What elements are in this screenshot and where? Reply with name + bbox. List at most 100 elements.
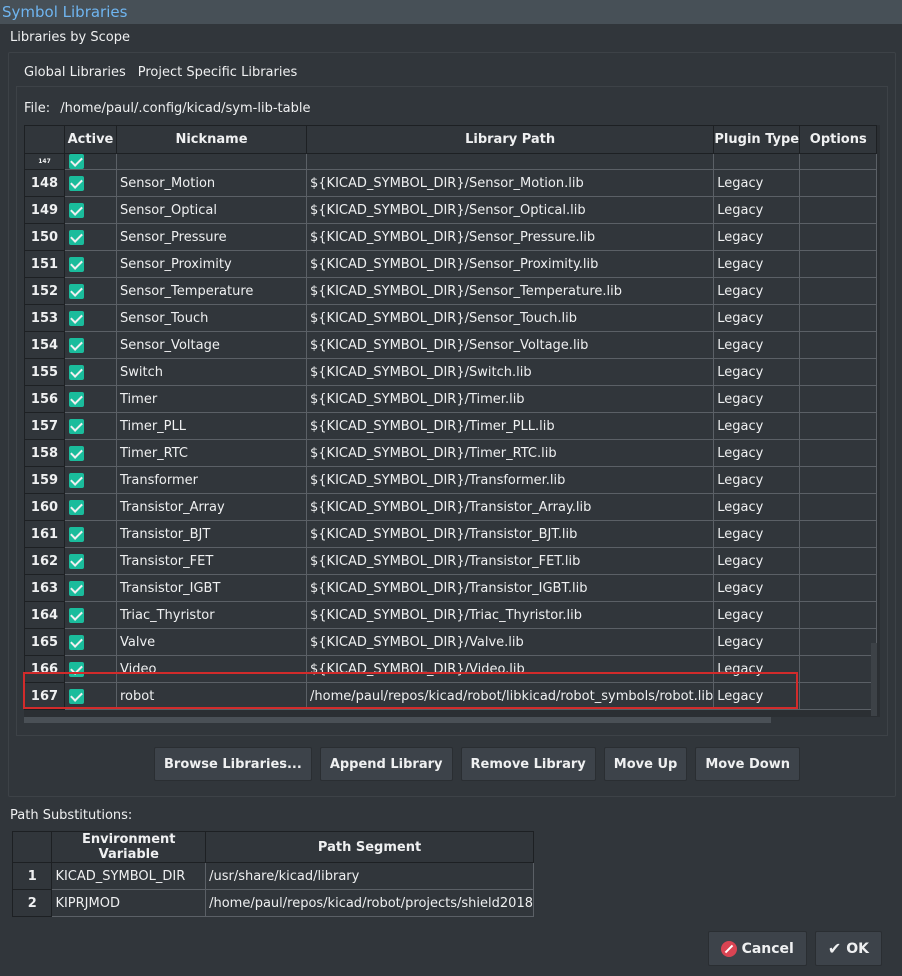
library-path-cell[interactable]: [306, 153, 715, 170]
options-cell[interactable]: [799, 439, 878, 467]
row-number[interactable]: 2: [11, 889, 53, 917]
table-row[interactable]: 156 Timer ${KICAD_SYMBOL_DIR}/Timer.lib Leg…: [24, 385, 878, 413]
library-path-cell[interactable]: ${KICAD_SYMBOL_DIR}/Sensor_Optical.lib: [306, 196, 715, 224]
table-row[interactable]: 1 KICAD_SYMBOL_DIR/usr/share/kicad/librar…: [11, 862, 534, 890]
environment-variable-cell[interactable]: KIPRJMOD: [51, 889, 207, 917]
library-path-cell[interactable]: ${KICAD_SYMBOL_DIR}/Triac_Thyristor.lib: [306, 601, 715, 629]
vertical-scrollbar[interactable]: [871, 643, 877, 716]
row-number[interactable]: 151: [24, 250, 65, 278]
row-number[interactable]: 165: [24, 628, 65, 656]
options-cell[interactable]: [799, 466, 878, 494]
nickname-cell[interactable]: Timer_PLL: [116, 412, 307, 440]
row-number[interactable]: 166: [24, 655, 65, 683]
table-row[interactable]: 152 Sensor_Temperature ${KICAD_SYMBOL_DIR}…: [24, 277, 878, 305]
active-cell[interactable]: [64, 250, 117, 278]
nickname-cell[interactable]: Timer: [116, 385, 307, 413]
options-cell[interactable]: [799, 385, 878, 413]
checkbox-checked-icon[interactable]: [69, 526, 84, 542]
checkbox-checked-icon[interactable]: [69, 445, 84, 461]
nickname-cell[interactable]: Sensor_Temperature: [116, 277, 307, 305]
table-row[interactable]: 158 Timer_RTC ${KICAD_SYMBOL_DIR}/Timer_RT…: [24, 439, 878, 467]
nickname-cell[interactable]: Sensor_Voltage: [116, 331, 307, 359]
move-down-button[interactable]: Move Down: [695, 747, 800, 781]
plugin-type-cell[interactable]: [713, 153, 801, 170]
library-path-cell[interactable]: ${KICAD_SYMBOL_DIR}/Transistor_FET.lib: [306, 547, 715, 575]
library-path-cell[interactable]: /home/paul/repos/kicad/robot/libkicad/ro…: [306, 682, 715, 710]
checkbox-checked-icon[interactable]: [69, 229, 84, 245]
checkbox-checked-icon[interactable]: [69, 499, 84, 515]
nickname-cell[interactable]: Triac_Thyristor: [116, 601, 307, 629]
options-cell[interactable]: [799, 153, 878, 170]
row-number[interactable]: 156: [24, 385, 65, 413]
options-cell[interactable]: [799, 520, 878, 548]
library-path-cell[interactable]: ${KICAD_SYMBOL_DIR}/Transistor_IGBT.lib: [306, 574, 715, 602]
plugin-type-cell[interactable]: Legacy: [713, 466, 801, 494]
append-library-button[interactable]: Append Library: [319, 747, 453, 781]
checkbox-checked-icon[interactable]: [69, 154, 84, 169]
row-number[interactable]: 158: [24, 439, 65, 467]
plugin-type-cell[interactable]: Legacy: [713, 304, 801, 332]
move-up-button[interactable]: Move Up: [603, 747, 688, 781]
row-number[interactable]: 164: [24, 601, 65, 629]
column-header-nickname[interactable]: Nickname: [116, 125, 307, 154]
ok-button[interactable]: ✔ OK: [814, 931, 882, 966]
column-header-path-segment[interactable]: Path Segment: [205, 831, 534, 863]
checkbox-checked-icon[interactable]: [69, 175, 84, 191]
nickname-cell[interactable]: Video: [116, 655, 307, 683]
plugin-type-cell[interactable]: Legacy: [713, 277, 801, 305]
plugin-type-cell[interactable]: Legacy: [713, 169, 801, 197]
table-row[interactable]: 161 Transistor_BJT ${KICAD_SYMBOL_DIR}/Tra…: [24, 520, 878, 548]
table-row[interactable]: 151 Sensor_Proximity ${KICAD_SYMBOL_DIR}/S…: [24, 250, 878, 278]
active-cell[interactable]: [64, 277, 117, 305]
nickname-cell[interactable]: Sensor_Motion: [116, 169, 307, 197]
checkbox-checked-icon[interactable]: [69, 634, 84, 650]
plugin-type-cell[interactable]: Legacy: [713, 250, 801, 278]
active-cell[interactable]: [64, 196, 117, 224]
table-row[interactable]: 153 Sensor_Touch ${KICAD_SYMBOL_DIR}/Senso…: [24, 304, 878, 332]
checkbox-checked-icon[interactable]: [69, 256, 84, 272]
active-cell[interactable]: [64, 358, 117, 386]
checkbox-checked-icon[interactable]: [69, 364, 84, 380]
active-cell[interactable]: [64, 385, 117, 413]
column-header-active[interactable]: Active: [64, 125, 117, 154]
table-row[interactable]: 162 Transistor_FET ${KICAD_SYMBOL_DIR}/Tra…: [24, 547, 878, 575]
environment-variable-cell[interactable]: KICAD_SYMBOL_DIR: [51, 862, 207, 890]
active-cell[interactable]: [64, 601, 117, 629]
column-header-plugin-type[interactable]: Plugin Type: [713, 125, 801, 154]
table-row[interactable]: 164 Triac_Thyristor ${KICAD_SYMBOL_DIR}/Tr…: [24, 601, 878, 629]
row-number[interactable]: 159: [24, 466, 65, 494]
tab-global-libraries[interactable]: Global Libraries: [18, 60, 132, 88]
table-row[interactable]: 150 Sensor_Pressure ${KICAD_SYMBOL_DIR}/Se…: [24, 223, 878, 251]
options-cell[interactable]: [799, 493, 878, 521]
table-row[interactable]: 155 Switch ${KICAD_SYMBOL_DIR}/Switch.lib L…: [24, 358, 878, 386]
plugin-type-cell[interactable]: Legacy: [713, 601, 801, 629]
checkbox-checked-icon[interactable]: [69, 337, 84, 353]
nickname-cell[interactable]: Sensor_Pressure: [116, 223, 307, 251]
checkbox-checked-icon[interactable]: [69, 310, 84, 326]
table-row[interactable]: 148 Sensor_Motion ${KICAD_SYMBOL_DIR}/Sens…: [24, 169, 878, 197]
table-row[interactable]: 166 Video ${KICAD_SYMBOL_DIR}/Video.lib Leg…: [24, 655, 878, 683]
active-cell[interactable]: [64, 304, 117, 332]
active-cell[interactable]: [64, 628, 117, 656]
checkbox-checked-icon[interactable]: [69, 472, 84, 488]
active-cell[interactable]: [64, 682, 117, 710]
library-path-cell[interactable]: ${KICAD_SYMBOL_DIR}/Sensor_Motion.lib: [306, 169, 715, 197]
active-cell[interactable]: [64, 153, 117, 170]
active-cell[interactable]: [64, 412, 117, 440]
library-path-cell[interactable]: ${KICAD_SYMBOL_DIR}/Valve.lib: [306, 628, 715, 656]
library-path-cell[interactable]: ${KICAD_SYMBOL_DIR}/Video.lib: [306, 655, 715, 683]
options-cell[interactable]: [799, 655, 878, 683]
options-cell[interactable]: [799, 412, 878, 440]
row-number[interactable]: 161: [24, 520, 65, 548]
active-cell[interactable]: [64, 547, 117, 575]
nickname-cell[interactable]: Transistor_BJT: [116, 520, 307, 548]
options-cell[interactable]: [799, 601, 878, 629]
active-cell[interactable]: [64, 574, 117, 602]
plugin-type-cell[interactable]: Legacy: [713, 412, 801, 440]
plugin-type-cell[interactable]: Legacy: [713, 520, 801, 548]
library-path-cell[interactable]: ${KICAD_SYMBOL_DIR}/Transformer.lib: [306, 466, 715, 494]
path-segment-cell[interactable]: /home/paul/repos/kicad/robot/projects/sh…: [205, 889, 534, 917]
row-number[interactable]: 162: [24, 547, 65, 575]
row-number[interactable]: 157: [24, 412, 65, 440]
row-number[interactable]: 148: [24, 169, 65, 197]
